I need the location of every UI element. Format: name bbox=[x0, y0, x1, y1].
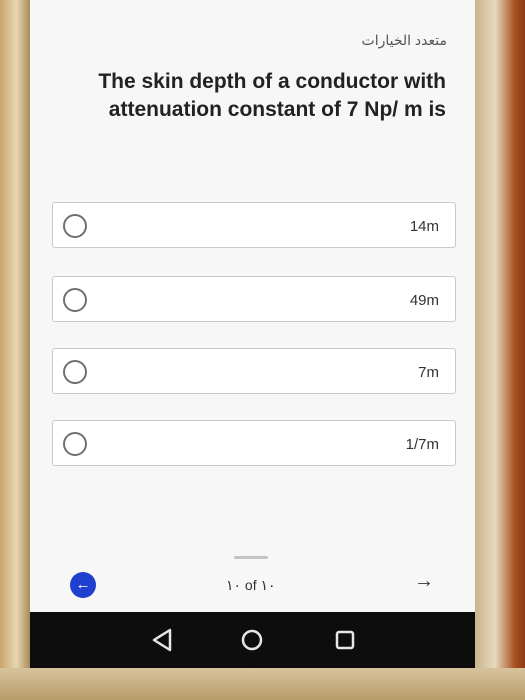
question-progress: ١٠ of ١٠ bbox=[226, 577, 276, 593]
arrow-right-icon: → bbox=[414, 570, 434, 592]
divider bbox=[234, 556, 268, 559]
android-navigation-bar bbox=[30, 612, 475, 668]
phone-bezel-right bbox=[475, 0, 525, 700]
option-4[interactable]: 1/7m bbox=[52, 420, 456, 466]
phone-bezel-bottom bbox=[0, 668, 525, 700]
option-label: 49m bbox=[409, 292, 439, 309]
question-text: The skin depth of a conductor with atten… bbox=[98, 70, 446, 121]
option-2[interactable]: 49m bbox=[52, 276, 456, 322]
app-screen: متعدد الخيارات The skin depth of a condu… bbox=[30, 0, 475, 612]
previous-question-button[interactable]: ← bbox=[70, 572, 96, 598]
question-type-label: متعدد الخيارات bbox=[361, 32, 447, 48]
next-question-button[interactable]: → bbox=[414, 570, 434, 593]
arrow-left-icon: ← bbox=[75, 576, 91, 593]
option-label: 7m bbox=[418, 364, 439, 381]
home-circle-icon[interactable] bbox=[240, 628, 264, 652]
recent-apps-square-icon[interactable] bbox=[334, 629, 356, 651]
radio-circle-icon[interactable] bbox=[63, 288, 87, 312]
option-3[interactable]: 7m bbox=[52, 348, 456, 394]
back-triangle-icon[interactable] bbox=[148, 626, 176, 654]
radio-circle-icon[interactable] bbox=[63, 360, 87, 384]
option-label: 14m bbox=[409, 218, 439, 235]
radio-circle-icon[interactable] bbox=[63, 432, 87, 456]
phone-bezel-left bbox=[0, 0, 30, 700]
radio-circle-icon[interactable] bbox=[63, 214, 87, 238]
option-1[interactable]: 14m bbox=[52, 202, 456, 248]
option-label: 1/7m bbox=[405, 436, 439, 453]
